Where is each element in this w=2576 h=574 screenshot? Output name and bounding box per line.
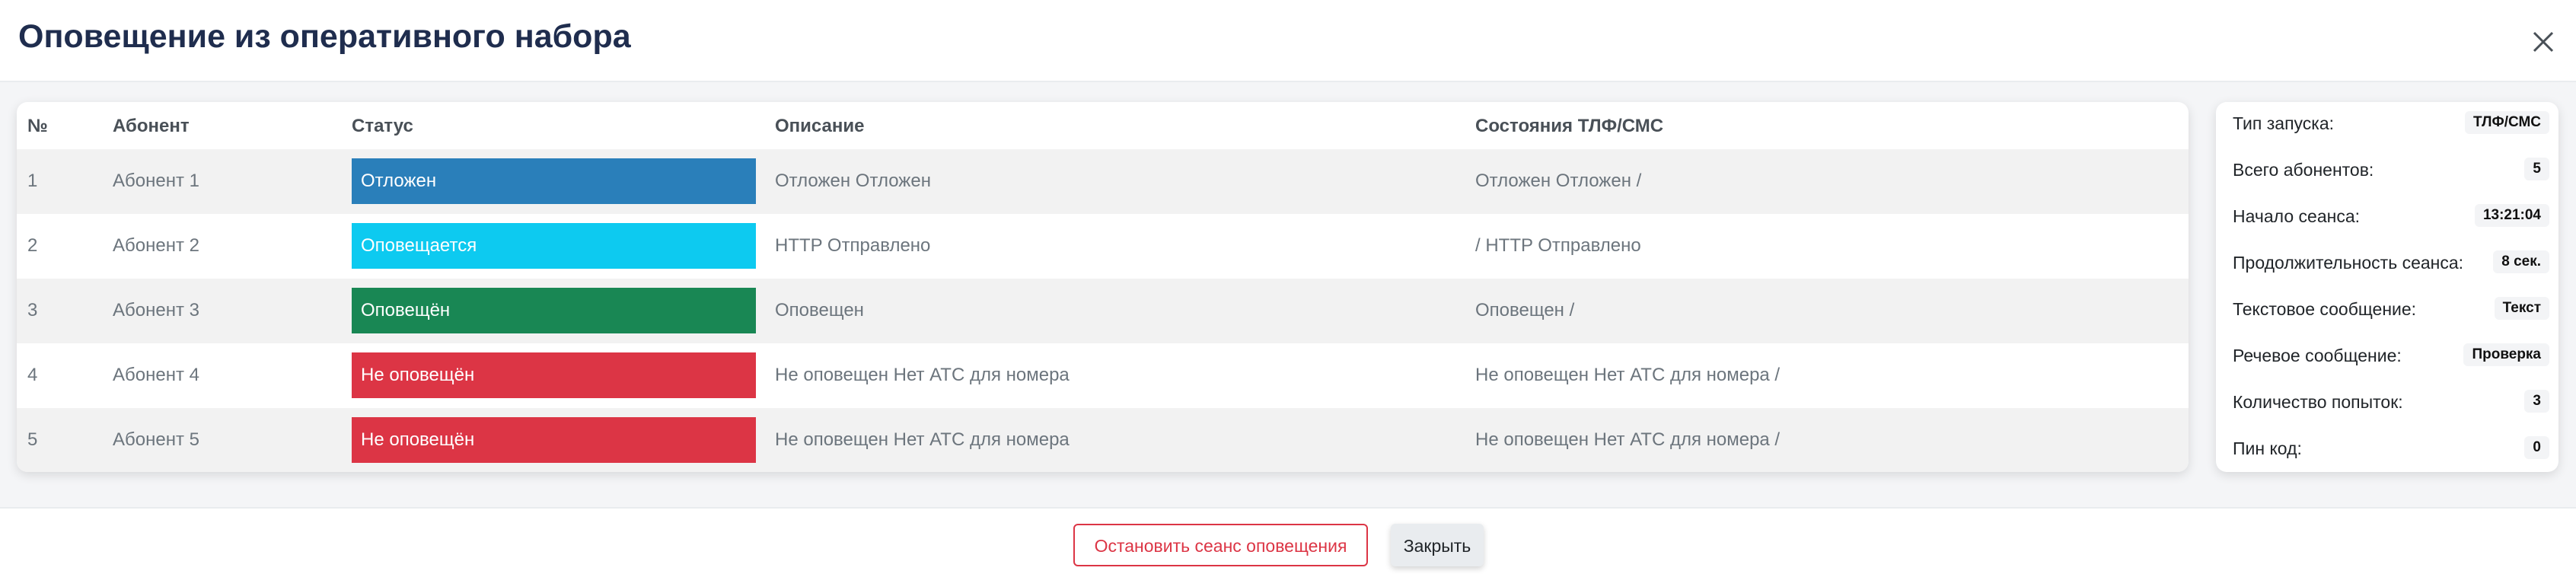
info-value: Текст bbox=[2494, 297, 2549, 320]
row-subscriber: Абонент 4 bbox=[113, 365, 199, 385]
row-subscriber: Абонент 1 bbox=[113, 171, 199, 191]
stop-session-button[interactable]: Остановить сеанс оповещения bbox=[1073, 524, 1368, 566]
info-value: Проверка bbox=[2463, 343, 2549, 366]
row-num: 2 bbox=[27, 235, 38, 256]
row-num: 3 bbox=[27, 300, 38, 320]
info-value: 8 сек. bbox=[2493, 250, 2549, 273]
modal-footer: Остановить сеанс оповещения Закрыть bbox=[0, 507, 2576, 574]
info-row-attempts: Количество попыток: 3 bbox=[2216, 381, 2558, 427]
row-states: Отложен Отложен / bbox=[1475, 171, 1642, 191]
column-header-subscriber: Абонент bbox=[113, 116, 190, 136]
info-label: Начало сеанса: bbox=[2233, 206, 2360, 226]
modal-title: Оповещение из оперативного набора bbox=[18, 18, 631, 55]
info-value: ТЛФ/СМС bbox=[2465, 111, 2549, 134]
info-row-session-duration: Продолжительность сеанса: 8 сек. bbox=[2216, 241, 2558, 288]
column-header-num: № bbox=[27, 116, 48, 136]
info-row-pin-code: Пин код: 0 bbox=[2216, 427, 2558, 474]
info-label: Речевое сообщение: bbox=[2233, 346, 2402, 365]
row-description: Не оповещен Нет АТС для номера bbox=[775, 365, 1070, 385]
info-value: 0 bbox=[2524, 436, 2549, 459]
row-states: Не оповещен Нет АТС для номера / bbox=[1475, 429, 1781, 450]
table-header: № Абонент Статус Описание Состояния ТЛФ/… bbox=[17, 102, 2189, 149]
info-value: 5 bbox=[2524, 158, 2549, 180]
table-row[interactable]: 1 Абонент 1 Отложен Отложен Отложен Отло… bbox=[17, 149, 2189, 214]
row-num: 4 bbox=[27, 365, 38, 385]
modal-header: Оповещение из оперативного набора bbox=[0, 0, 2576, 82]
table-row[interactable]: 5 Абонент 5 Не оповещён Не оповещен Нет … bbox=[17, 408, 2189, 472]
close-icon[interactable] bbox=[2530, 29, 2556, 55]
status-badge: Отложен bbox=[352, 158, 756, 204]
status-badge: Оповещается bbox=[352, 223, 756, 269]
notification-modal: Оповещение из оперативного набора № Абон… bbox=[0, 0, 2576, 574]
close-button[interactable]: Закрыть bbox=[1391, 524, 1484, 566]
info-value: 3 bbox=[2524, 390, 2549, 413]
info-value: 13:21:04 bbox=[2474, 204, 2549, 227]
row-description: HTTP Отправлено bbox=[775, 235, 931, 256]
row-states: Не оповещен Нет АТС для номера / bbox=[1475, 365, 1781, 385]
info-row-text-message: Текстовое сообщение: Текст bbox=[2216, 288, 2558, 334]
row-states: / HTTP Отправлено bbox=[1475, 235, 1641, 256]
column-header-status: Статус bbox=[352, 116, 413, 136]
info-row-voice-message: Речевое сообщение: Проверка bbox=[2216, 334, 2558, 381]
column-header-description: Описание bbox=[775, 116, 865, 136]
row-subscriber: Абонент 5 bbox=[113, 429, 199, 450]
info-label: Количество попыток: bbox=[2233, 392, 2403, 412]
subscribers-table: № Абонент Статус Описание Состояния ТЛФ/… bbox=[17, 102, 2189, 472]
row-subscriber: Абонент 3 bbox=[113, 300, 199, 320]
info-label: Всего абонентов: bbox=[2233, 160, 2374, 180]
table-row[interactable]: 4 Абонент 4 Не оповещён Не оповещен Нет … bbox=[17, 343, 2189, 408]
row-num: 1 bbox=[27, 171, 38, 191]
info-row-total-subscribers: Всего абонентов: 5 bbox=[2216, 148, 2558, 195]
info-label: Тип запуска: bbox=[2233, 113, 2335, 133]
status-badge: Оповещён bbox=[352, 288, 756, 333]
row-description: Оповещен bbox=[775, 300, 864, 320]
table-row[interactable]: 3 Абонент 3 Оповещён Оповещен Оповещен / bbox=[17, 279, 2189, 343]
session-info-panel: Тип запуска: ТЛФ/СМС Всего абонентов: 5 … bbox=[2216, 102, 2558, 472]
info-row-session-start: Начало сеанса: 13:21:04 bbox=[2216, 195, 2558, 241]
row-states: Оповещен / bbox=[1475, 300, 1575, 320]
row-subscriber: Абонент 2 bbox=[113, 235, 199, 256]
status-badge: Не оповещён bbox=[352, 417, 756, 463]
row-description: Отложен Отложен bbox=[775, 171, 931, 191]
status-badge: Не оповещён bbox=[352, 352, 756, 398]
row-description: Не оповещен Нет АТС для номера bbox=[775, 429, 1070, 450]
info-row-launch-type: Тип запуска: ТЛФ/СМС bbox=[2216, 102, 2558, 148]
info-label: Продолжительность сеанса: bbox=[2233, 253, 2464, 273]
info-label: Текстовое сообщение: bbox=[2233, 299, 2417, 319]
row-num: 5 bbox=[27, 429, 38, 450]
table-row[interactable]: 2 Абонент 2 Оповещается HTTP Отправлено … bbox=[17, 214, 2189, 279]
info-label: Пин код: bbox=[2233, 438, 2302, 458]
column-header-states: Состояния ТЛФ/СМС bbox=[1475, 116, 1664, 136]
